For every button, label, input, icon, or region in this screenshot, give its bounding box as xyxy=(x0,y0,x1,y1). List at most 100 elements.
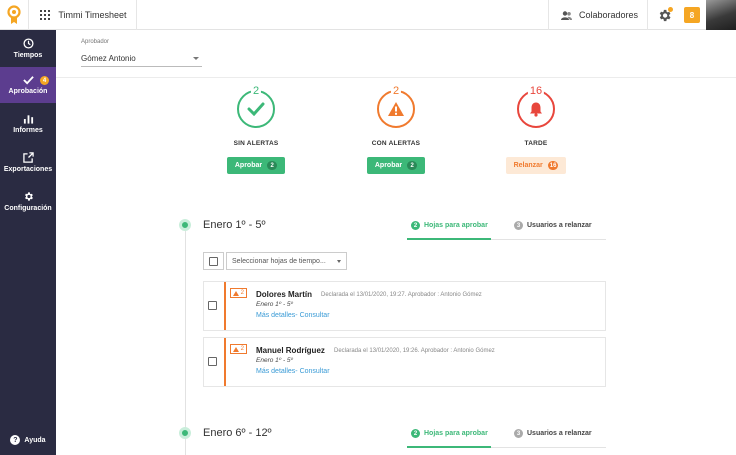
alert-bar xyxy=(224,338,226,386)
checkbox-box xyxy=(208,357,217,366)
active-tab-indicator xyxy=(407,238,491,240)
status-ring: 2 xyxy=(377,86,415,128)
tab-count: 3 xyxy=(514,429,523,438)
timmi-logo[interactable] xyxy=(0,0,29,30)
users-icon xyxy=(561,10,572,20)
apps-grid-icon xyxy=(40,9,51,21)
relaunch-count-badge: 16 xyxy=(547,161,559,170)
status-ring: 16 xyxy=(517,86,555,128)
tab-count: 2 xyxy=(411,221,420,230)
sheet-period: Enero 1º - 5º xyxy=(256,301,293,308)
status-title: TARDE xyxy=(524,140,548,147)
employee-name: Manuel Rodríguez xyxy=(256,346,325,355)
declared-info: Declarada el 13/01/2020, 19:27. Aprobado… xyxy=(321,292,482,298)
warning-icon xyxy=(233,346,239,352)
approver-select[interactable]: Gómez Antonio xyxy=(81,51,202,67)
approval-badge: 4 xyxy=(40,76,49,85)
timesheet-card: 2 Dolores Martín Declarada el 13/01/2020… xyxy=(203,281,606,331)
select-all-checkbox[interactable] xyxy=(203,252,224,270)
alert-count: 2 xyxy=(240,346,245,352)
status-title: SIN ALERTAS xyxy=(233,140,279,147)
app-switcher[interactable]: Timmi Timesheet xyxy=(29,0,137,30)
status-card-sin-alertas: 2 SIN ALERTAS Aprobar 2 xyxy=(216,86,296,174)
status-card-tarde: 16 TARDE Relanzar 16 xyxy=(496,86,576,174)
timeline-dot xyxy=(179,219,191,231)
checkbox-box xyxy=(208,301,217,310)
check-icon xyxy=(247,102,265,116)
help-label: Ayuda xyxy=(24,436,46,444)
status-title: CON ALERTAS xyxy=(371,140,421,147)
sidebar-item-configuracion[interactable]: Configuración xyxy=(0,183,56,219)
sidebar-item-tiempos[interactable]: Tiempos xyxy=(0,30,56,66)
status-count: 2 xyxy=(390,85,402,97)
warning-icon xyxy=(233,290,239,296)
chevron-down-icon xyxy=(337,260,341,263)
warning-icon xyxy=(388,102,404,116)
clock-icon xyxy=(22,37,34,49)
user-avatar[interactable] xyxy=(706,0,736,30)
sidebar-item-exportaciones[interactable]: Exportaciones xyxy=(0,144,56,180)
status-count: 16 xyxy=(527,85,545,97)
sheet-checkbox[interactable] xyxy=(208,357,217,366)
tab-usuarios-a-relanzar[interactable]: 3 Usuarios a relanzar xyxy=(514,429,592,438)
settings-notification-dot xyxy=(668,7,673,12)
tab-hojas-para-aprobar[interactable]: 2 Hojas para aprobar xyxy=(411,221,488,230)
active-tab-indicator xyxy=(407,446,491,448)
app-title: Timmi Timesheet xyxy=(58,10,127,20)
period-title: Enero 1º - 5º xyxy=(203,219,266,231)
bell-icon xyxy=(530,102,542,117)
select-sheets-dropdown[interactable]: Seleccionar hojas de tiempo... xyxy=(226,252,347,270)
timeline-dot xyxy=(179,427,191,439)
alert-badge: 2 xyxy=(230,288,248,298)
tab-usuarios-a-relanzar[interactable]: 3 Usuarios a relanzar xyxy=(514,221,592,230)
sidebar-item-informes[interactable]: Informes xyxy=(0,106,56,142)
approve-button[interactable]: Aprobar 2 xyxy=(226,157,286,174)
logo-icon xyxy=(7,5,21,24)
sheet-checkbox[interactable] xyxy=(208,301,217,310)
declared-info: Declarada el 13/01/2020, 19:26. Aprobado… xyxy=(334,348,495,354)
chevron-down-icon xyxy=(193,57,199,60)
employee-name: Dolores Martín xyxy=(256,290,313,299)
approver-label: Aprobador xyxy=(81,39,110,45)
checkbox-box xyxy=(209,256,218,266)
alert-count: 2 xyxy=(240,290,245,296)
more-details-link[interactable]: Más detalles- Consultar xyxy=(256,368,330,375)
sidebar-item-label: Informes xyxy=(13,127,43,134)
timeline-line xyxy=(185,225,186,455)
period-title: Enero 6º - 12º xyxy=(203,427,272,439)
approver-value: Gómez Antonio xyxy=(81,54,136,63)
sidebar-item-label: Tiempos xyxy=(13,51,43,59)
approve-button-label: Aprobar xyxy=(374,162,403,169)
sidebar: Tiempos 4 Aprobación Informes Exportacio… xyxy=(0,30,56,455)
more-details-link[interactable]: Más detalles- Consultar xyxy=(256,312,330,319)
top-bar: Timmi Timesheet Colaboradores 8 xyxy=(0,0,736,30)
approve-count-badge: 2 xyxy=(267,161,278,170)
relaunch-button[interactable]: Relanzar 16 xyxy=(505,157,567,174)
tab-label: Usuarios a relanzar xyxy=(527,430,592,437)
approve-count-badge: 2 xyxy=(407,161,418,170)
collaborators-button[interactable]: Colaboradores xyxy=(548,0,647,30)
check-icon xyxy=(22,76,34,85)
sidebar-item-aprobacion[interactable]: 4 Aprobación xyxy=(0,67,56,103)
tab-divider xyxy=(491,447,606,448)
help-icon: ? xyxy=(10,435,21,445)
gear-icon xyxy=(24,191,33,201)
tab-label: Usuarios a relanzar xyxy=(527,222,592,229)
sidebar-item-label: Aprobación xyxy=(8,88,48,95)
notifications-badge[interactable]: 8 xyxy=(684,7,700,23)
tab-label: Hojas para aprobar xyxy=(424,430,488,437)
settings-button[interactable] xyxy=(647,0,680,30)
status-ring: 2 xyxy=(237,86,275,128)
select-sheets-placeholder: Seleccionar hojas de tiempo... xyxy=(232,257,326,265)
tab-hojas-para-aprobar[interactable]: 2 Hojas para aprobar xyxy=(411,429,488,438)
tab-label: Hojas para aprobar xyxy=(424,222,488,229)
sidebar-item-label: Exportaciones xyxy=(3,165,53,173)
help-button[interactable]: ? Ayuda xyxy=(0,431,56,449)
alert-badge: 2 xyxy=(230,344,248,354)
export-icon xyxy=(22,151,34,163)
sidebar-item-label: Configuración xyxy=(4,204,52,212)
divider xyxy=(56,77,736,78)
approve-button[interactable]: Aprobar 2 xyxy=(366,157,426,174)
bar-chart-icon xyxy=(23,115,33,124)
alert-bar xyxy=(224,282,226,330)
